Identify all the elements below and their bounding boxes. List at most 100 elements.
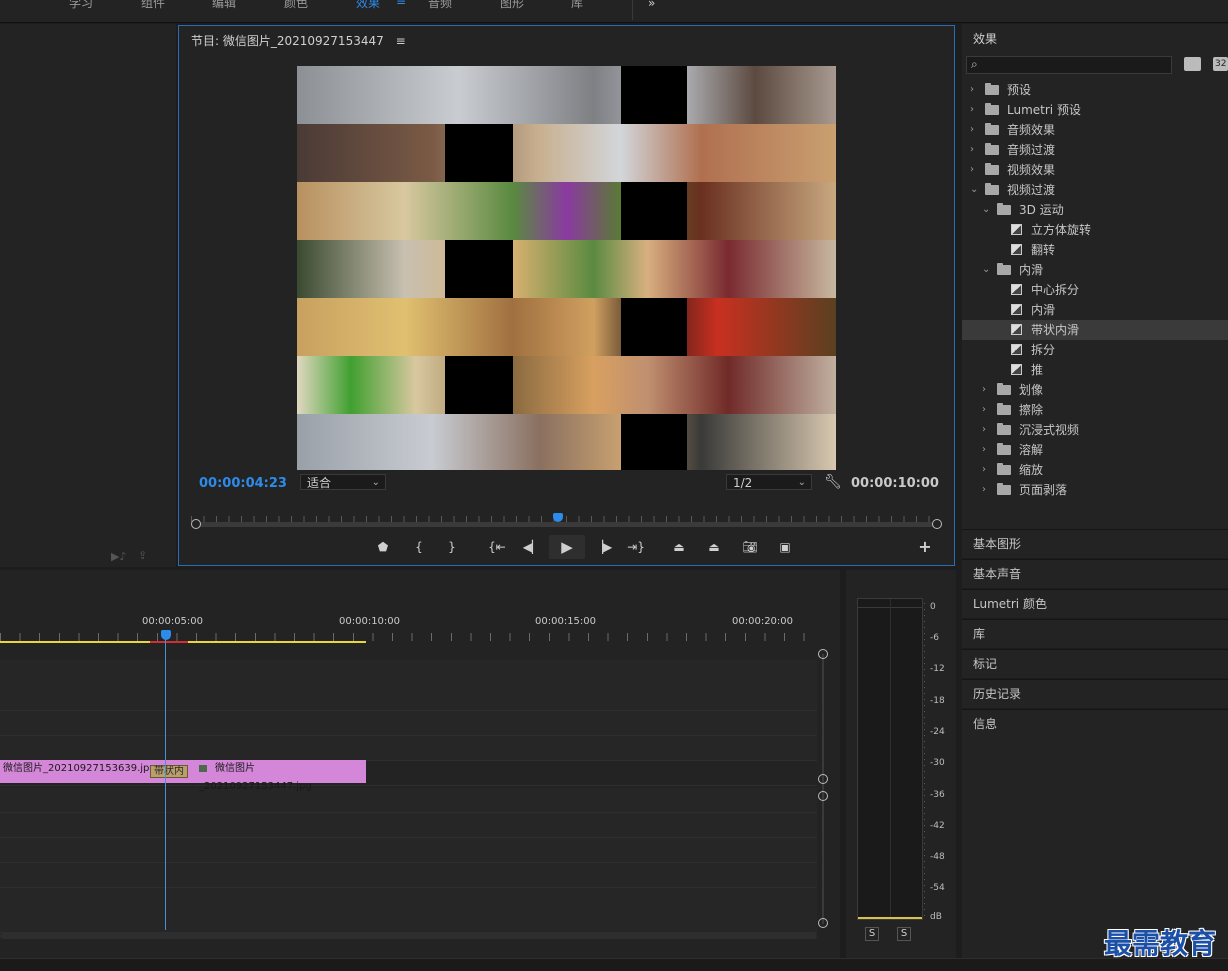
scroll-handle[interactable] (818, 774, 828, 784)
effect-item[interactable]: 立方体旋转 (962, 220, 1228, 240)
scroll-handle[interactable] (818, 918, 828, 928)
vertical-scrollbar[interactable] (822, 654, 824, 924)
panel-lumetri-color[interactable]: Lumetri 颜色 (962, 589, 1228, 618)
timeline-ruler-ticks[interactable] (0, 633, 812, 641)
effects-folder[interactable]: › 溶解 (962, 440, 1228, 460)
video-track[interactable] (0, 711, 817, 736)
lift-icon[interactable]: ⏏ (669, 538, 689, 556)
hamburger-menu-icon[interactable]: ≡ (396, 34, 406, 48)
horizontal-scrollbar[interactable] (0, 933, 817, 939)
effect-item[interactable]: 拆分 (962, 340, 1228, 360)
timeline-clip[interactable]: 微信图片_20210927153447.jpg (192, 760, 366, 792)
chevron-down-icon[interactable]: ⌄ (982, 260, 990, 280)
panel-essential-graphics[interactable]: 基本图形 (962, 529, 1228, 558)
step-back-icon[interactable]: ◀▏ (522, 538, 542, 556)
effects-folder[interactable]: › 预设 (962, 80, 1228, 100)
workspace-tab-learn[interactable]: 学习 (69, 0, 93, 11)
camera-icon[interactable]: 📷︎ (740, 538, 760, 556)
chevron-right-icon[interactable]: › (970, 160, 974, 180)
solo-right-button[interactable]: S (897, 927, 911, 941)
chevron-down-icon[interactable]: ⌄ (982, 200, 990, 220)
chevron-right-icon[interactable]: › (970, 100, 974, 120)
export-icon[interactable]: ⇪ (138, 549, 147, 562)
mark-in-icon[interactable]: { (409, 538, 429, 556)
32bit-effects-icon[interactable]: 32 (1213, 57, 1228, 71)
effects-folder[interactable]: › 划像 (962, 380, 1228, 400)
in-point-handle[interactable] (191, 519, 201, 529)
chevron-right-icon[interactable]: › (970, 140, 974, 160)
accelerated-effects-icon[interactable] (1184, 57, 1201, 71)
effects-folder[interactable]: › 音频效果 (962, 120, 1228, 140)
effects-search-input[interactable]: ⌕ (966, 56, 1172, 74)
chevron-right-icon[interactable]: › (970, 120, 974, 140)
workspace-tab-color[interactable]: 颜色 (284, 0, 308, 11)
effects-folder[interactable]: › 擦除 (962, 400, 1228, 420)
panel-markers[interactable]: 标记 (962, 649, 1228, 678)
playhead-marker[interactable] (161, 630, 171, 640)
transition-clip[interactable]: 带状内 (150, 765, 188, 778)
video-track[interactable] (0, 660, 817, 711)
out-point-handle[interactable] (932, 519, 942, 529)
effect-item[interactable]: 翻转 (962, 240, 1228, 260)
effects-folder[interactable]: ⌄ 视频过渡 (962, 180, 1228, 200)
insert-icon[interactable]: ▶♪ (111, 550, 126, 563)
workspace-tab-assembly[interactable]: 组件 (141, 0, 165, 11)
panel-history[interactable]: 历史记录 (962, 679, 1228, 708)
status-bar (0, 958, 1228, 971)
scroll-handle[interactable] (818, 791, 828, 801)
go-to-out-icon[interactable]: ⇥} (626, 538, 646, 556)
effect-item[interactable]: 内滑 (962, 300, 1228, 320)
wrench-icon[interactable]: 🔧︎ (824, 474, 842, 490)
hamburger-menu-icon[interactable]: ≡ (396, 0, 406, 8)
audio-track[interactable] (0, 863, 817, 888)
overflow-chevron-icon[interactable]: » (648, 0, 655, 10)
solo-left-button[interactable]: S (865, 927, 879, 941)
workspace-tab-effects[interactable]: 效果 (356, 0, 380, 11)
effects-folder[interactable]: ⌄ 3D 运动 (962, 200, 1228, 220)
audio-track[interactable] (0, 888, 817, 933)
chevron-right-icon[interactable]: › (982, 400, 986, 420)
chevron-right-icon[interactable]: › (982, 460, 986, 480)
audio-track[interactable] (0, 838, 817, 863)
video-track[interactable] (0, 736, 817, 761)
workspace-tab-libraries[interactable]: 库 (571, 0, 583, 11)
zoom-select[interactable]: 适合 ⌄ (300, 474, 386, 490)
effects-folder[interactable]: › 页面剥落 (962, 480, 1228, 500)
meter-ticks (924, 603, 925, 921)
step-forward-icon[interactable]: ▕▶ (593, 538, 613, 556)
extract-icon[interactable]: ⏏ (704, 538, 724, 556)
audio-track[interactable] (0, 813, 817, 838)
go-to-in-icon[interactable]: {⇤ (487, 538, 507, 556)
scroll-handle[interactable] (818, 649, 828, 659)
chevron-right-icon[interactable]: › (982, 480, 986, 500)
chevron-right-icon[interactable]: › (982, 380, 986, 400)
play-button[interactable]: ▶ (549, 535, 585, 559)
effect-item[interactable]: 推 (962, 360, 1228, 380)
workspace-tab-graphics[interactable]: 图形 (500, 0, 524, 11)
chevron-right-icon[interactable]: › (982, 440, 986, 460)
add-button-icon[interactable]: + (915, 538, 935, 556)
chevron-right-icon[interactable]: › (970, 80, 974, 100)
audio-track[interactable] (0, 788, 817, 813)
add-marker-icon[interactable]: ⬟ (373, 538, 393, 556)
effects-folder[interactable]: › Lumetri 预设 (962, 100, 1228, 120)
workspace-tab-audio[interactable]: 音频 (428, 0, 452, 11)
effects-folder[interactable]: › 缩放 (962, 460, 1228, 480)
resolution-select[interactable]: 1/2 ⌄ (726, 474, 812, 490)
effects-folder[interactable]: › 沉浸式视频 (962, 420, 1228, 440)
panel-libraries[interactable]: 库 (962, 619, 1228, 648)
effect-item[interactable]: 带状内滑 (962, 320, 1228, 340)
mark-out-icon[interactable]: } (442, 538, 462, 556)
panel-essential-sound[interactable]: 基本声音 (962, 559, 1228, 588)
effects-folder[interactable]: ⌄ 内滑 (962, 260, 1228, 280)
effects-folder[interactable]: › 音频过渡 (962, 140, 1228, 160)
effect-item[interactable]: 中心拆分 (962, 280, 1228, 300)
chevron-right-icon[interactable]: › (982, 420, 986, 440)
chevron-down-icon[interactable]: ⌄ (970, 180, 978, 200)
playhead-scrubber[interactable] (191, 513, 942, 529)
comparison-view-icon[interactable]: ▣ (775, 538, 795, 556)
workspace-tab-editing[interactable]: 编辑 (212, 0, 236, 11)
current-timecode[interactable]: 00:00:04:23 (199, 476, 287, 491)
effects-folder[interactable]: › 视频效果 (962, 160, 1228, 180)
folder-icon (997, 203, 1011, 215)
